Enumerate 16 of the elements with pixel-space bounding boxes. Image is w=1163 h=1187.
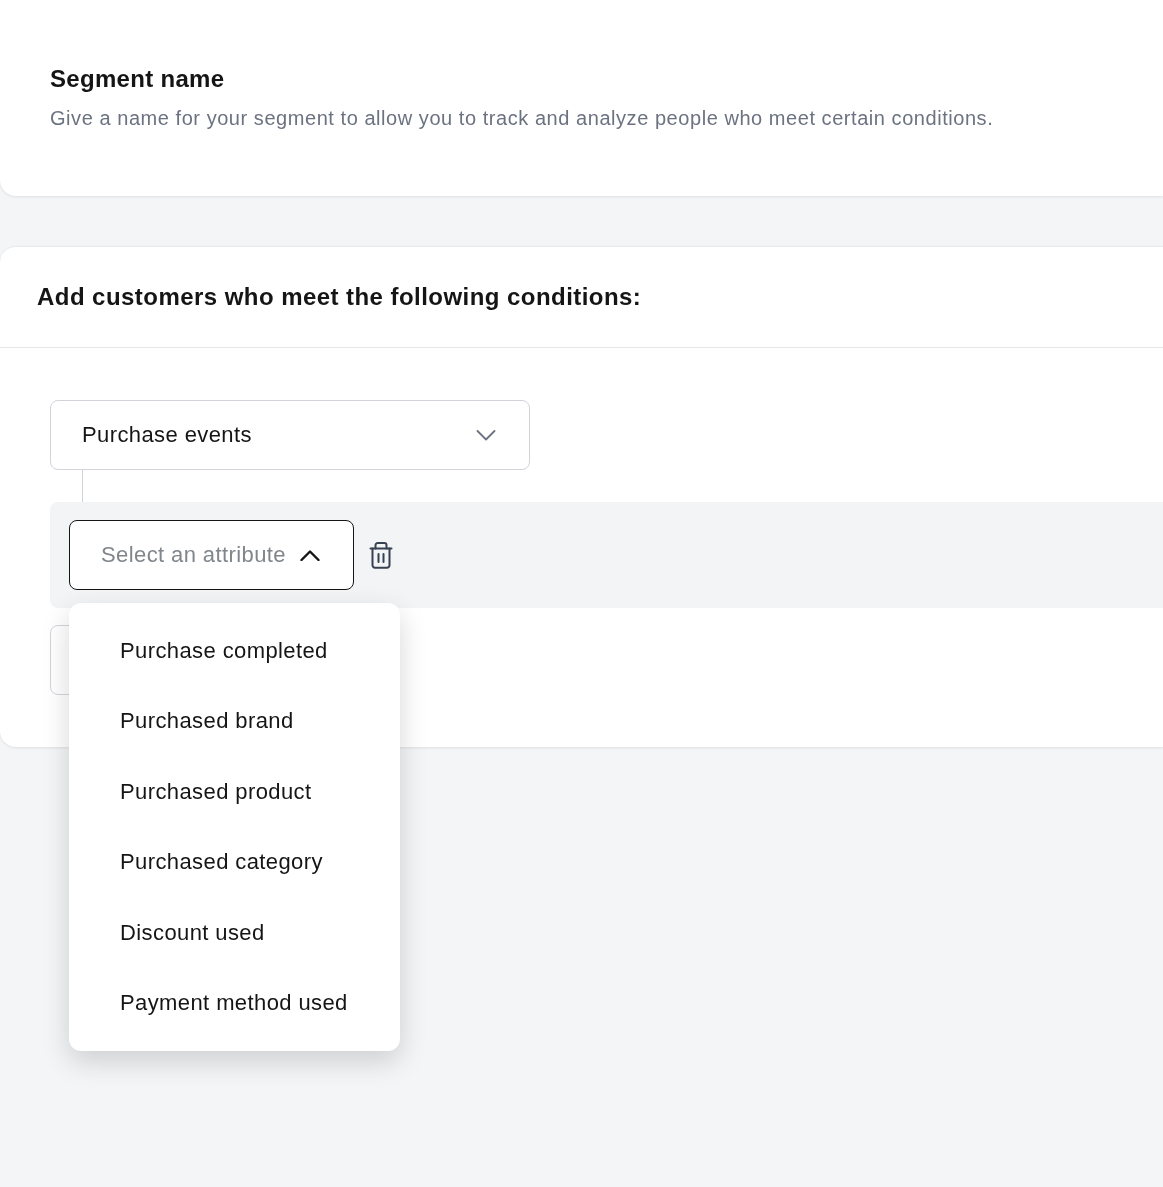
- section-description: Give a name for your segment to allow you to track and analyze people who meet certain conditions.: [50, 106, 994, 130]
- connector-line: [82, 470, 83, 502]
- menu-item[interactable]: Purchased category: [69, 827, 400, 898]
- menu-item[interactable]: Discount used: [69, 897, 400, 968]
- trash-icon: [368, 541, 393, 569]
- menu-item[interactable]: Payment method used: [69, 967, 400, 1039]
- menu-item[interactable]: Purchased brand: [69, 686, 400, 757]
- chevron-down-icon: [476, 429, 496, 441]
- attribute-select[interactable]: Select an attribute: [69, 520, 354, 590]
- section-title: Add customers who meet the following conditions:: [37, 283, 642, 311]
- chevron-up-icon: [299, 549, 320, 561]
- delete-button[interactable]: [368, 541, 393, 569]
- event-select[interactable]: Purchase events: [50, 400, 530, 470]
- section-title: Segment name: [50, 65, 225, 93]
- menu-item[interactable]: Purchase completed: [69, 616, 400, 687]
- menu-item[interactable]: Purchased product: [69, 756, 400, 828]
